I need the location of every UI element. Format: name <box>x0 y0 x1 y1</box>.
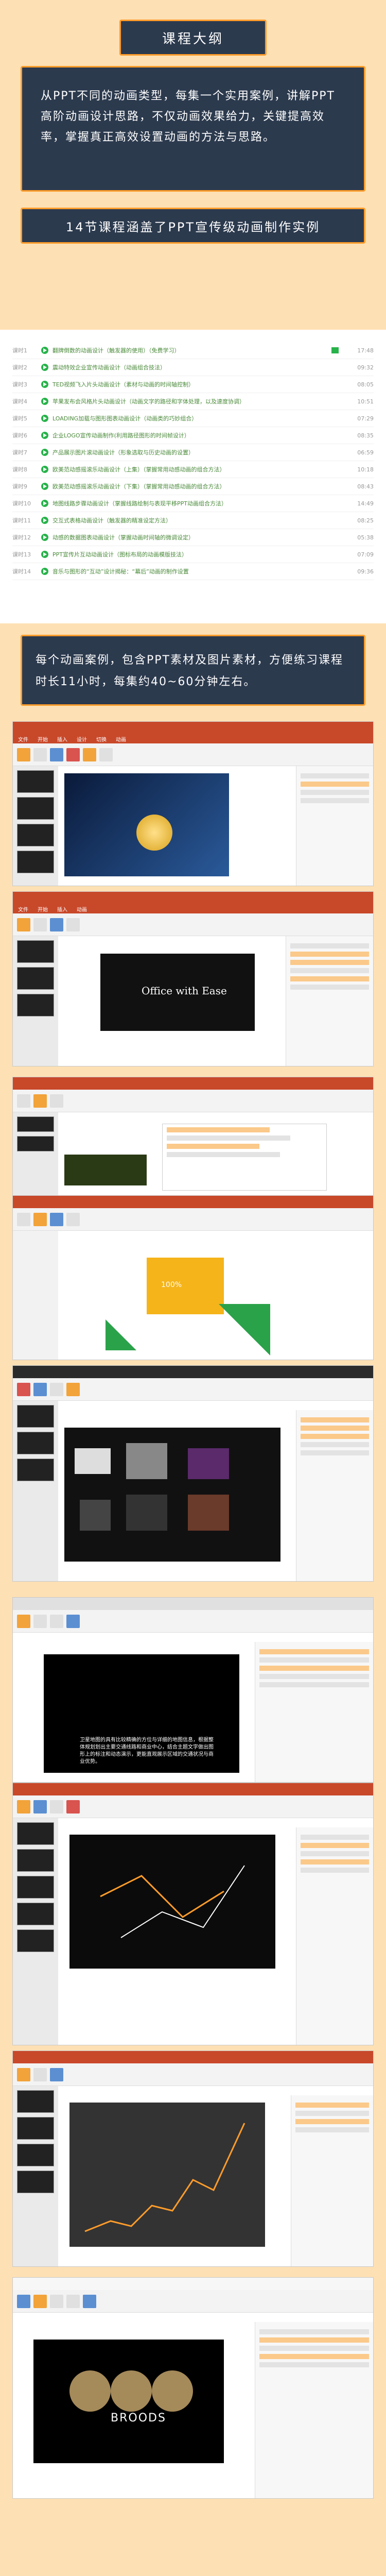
play-icon[interactable] <box>41 517 48 524</box>
free-badge-icon <box>331 347 339 353</box>
brand-text: BROODS <box>111 2412 166 2425</box>
screenshot-6: 卫星地图的具有比较精确的方位与详细的地图信息，根据整体规划划出主要交通线路和商业… <box>12 1597 374 1783</box>
screenshot-8 <box>12 2050 374 2267</box>
play-icon[interactable] <box>41 483 48 490</box>
course-duration: 17:48 <box>357 347 374 354</box>
course-duration: 08:35 <box>357 432 374 439</box>
course-duration: 14:49 <box>357 500 374 507</box>
course-row[interactable]: 课时13 PPT宣传片互动动画设计（图标布局的动画模版技法） 07:09 <box>12 546 374 563</box>
screenshot-5 <box>12 1365 374 1582</box>
course-number: 课时3 <box>12 381 27 388</box>
play-icon[interactable] <box>41 347 48 354</box>
course-number: 课时5 <box>12 415 27 422</box>
screenshot-1: 文件 开始 插入 设计 切换 动画 <box>12 721 374 886</box>
course-title[interactable]: TED视频飞入片头动画设计（素材与动画的时间轴控制） <box>52 380 343 388</box>
play-icon[interactable] <box>41 449 48 456</box>
course-duration: 08:05 <box>357 381 374 388</box>
course-duration: 09:36 <box>357 568 374 575</box>
course-number: 课时4 <box>12 398 27 405</box>
course-duration: 07:29 <box>357 415 374 422</box>
course-list: 课时1 翻牌倒数的动画设计（触发器的使用）（免费学习） 17:48 课时2 震动特效企业… <box>0 330 386 623</box>
play-icon[interactable] <box>41 415 48 422</box>
course-number: 课时9 <box>12 483 27 490</box>
course-duration: 08:43 <box>357 483 374 490</box>
play-icon[interactable] <box>41 432 48 439</box>
course-duration: 09:32 <box>357 364 374 371</box>
course-title[interactable]: PPT宣传片互动动画设计（图标布局的动画模版技法） <box>52 550 343 558</box>
course-note: 每个动画案例，包含PPT素材及图片素材，方便练习课程时长11小时，每集约40~6… <box>21 635 365 706</box>
subtitle-banner: 14节课程涵盖了PPT宣传级动画制作实例 <box>21 208 365 244</box>
course-row[interactable]: 课时10 地图线路步骤动画设计（掌握线路绘制与表现平移PPT动画组合方法） 14:4… <box>12 495 374 512</box>
course-title[interactable]: 企业LOGO宣传动画制作(利用路径图形的时间帧设计） <box>52 431 343 439</box>
course-number: 课时2 <box>12 364 27 371</box>
percent-label: 100% <box>161 1281 182 1289</box>
play-icon[interactable] <box>41 534 48 541</box>
course-title[interactable]: 动感的数据图表动画设计（掌握动画时间轴的微调设定） <box>52 533 343 541</box>
screenshot-9: BROODS <box>12 2277 374 2499</box>
course-row[interactable]: 课时1 翻牌倒数的动画设计（触发器的使用）（免费学习） 17:48 <box>12 342 374 359</box>
play-icon[interactable] <box>41 568 48 575</box>
course-row[interactable]: 课时7 产品展示图片滚动画设计（形象选取与历史动画的设置） 06:59 <box>12 444 374 461</box>
course-title[interactable]: 欧美范动感摇滚乐动画设计（下集）（掌握常用动感动画的组合方法） <box>52 482 343 490</box>
course-number: 课时6 <box>12 432 27 439</box>
course-number: 课时7 <box>12 449 27 456</box>
play-icon[interactable] <box>41 500 48 507</box>
play-icon[interactable] <box>41 381 48 388</box>
map-caption: 卫星地图的具有比较精确的方位与详细的地图信息，根据整体规划划出主要交通线路和商业… <box>80 1737 214 1765</box>
course-duration: 10:18 <box>357 466 374 473</box>
course-number: 课时10 <box>12 500 31 507</box>
course-duration: 06:59 <box>357 449 374 456</box>
screenshot-7 <box>12 1783 374 2045</box>
course-row[interactable]: 课时12 动感的数据图表动画设计（掌握动画时间轴的微调设定） 05:38 <box>12 529 374 546</box>
course-title[interactable]: 苹果发布会风格片头动画设计（动画文字的路径和字体处理，以及速度协调） <box>52 397 343 405</box>
course-title[interactable]: 音乐与图形的“互动”设计揭秘：“幕后”动画的制作设置 <box>52 567 343 575</box>
course-row[interactable]: 课时11 交互式表格动画设计（触发器的精准设定方法） 08:25 <box>12 512 374 529</box>
play-icon[interactable] <box>41 398 48 405</box>
course-title[interactable]: 欧美范动感摇滚乐动画设计（上集）（掌握常用动感动画的组合方法） <box>52 465 343 473</box>
course-number: 课时1 <box>12 347 27 354</box>
course-row[interactable]: 课时14 音乐与图形的“互动”设计揭秘：“幕后”动画的制作设置 09:36 <box>12 563 374 580</box>
play-icon[interactable] <box>41 364 48 371</box>
course-number: 课时13 <box>12 551 31 558</box>
course-title[interactable]: 震动特效企业宣传动画设计（动画组合技法） <box>52 363 343 371</box>
course-row[interactable]: 课时3 TED视频飞入片头动画设计（素材与动画的时间轴控制） 08:05 <box>12 376 374 393</box>
course-number: 课时8 <box>12 466 27 473</box>
course-title[interactable]: LOADING加载与图形图表动画设计（动画类的巧妙组合） <box>52 414 343 422</box>
course-row[interactable]: 课时2 震动特效企业宣传动画设计（动画组合技法） 09:32 <box>12 359 374 376</box>
course-row[interactable]: 课时8 欧美范动感摇滚乐动画设计（上集）（掌握常用动感动画的组合方法） 10:18 <box>12 461 374 478</box>
play-icon[interactable] <box>41 551 48 558</box>
course-row[interactable]: 课时6 企业LOGO宣传动画制作(利用路径图形的时间帧设计） 08:35 <box>12 427 374 444</box>
course-duration: 08:25 <box>357 517 374 524</box>
course-duration: 05:38 <box>357 534 374 541</box>
course-number: 课时14 <box>12 568 31 575</box>
course-title[interactable]: 地图线路步骤动画设计（掌握线路绘制与表现平移PPT动画组合方法） <box>52 499 343 507</box>
screenshot-3 <box>12 1077 374 1200</box>
course-title[interactable]: 交互式表格动画设计（触发器的精准设定方法） <box>52 516 343 524</box>
course-row[interactable]: 课时5 LOADING加载与图形图表动画设计（动画类的巧妙组合） 07:29 <box>12 410 374 427</box>
course-duration: 07:09 <box>357 551 374 558</box>
course-title[interactable]: 翻牌倒数的动画设计（触发器的使用）（免费学习） <box>52 346 331 354</box>
course-number: 课时12 <box>12 534 31 541</box>
page-title: 课程大纲 <box>119 20 267 56</box>
intro-text: 从PPT不同的动画类型，每集一个实用案例，讲解PPT高阶动画设计思路，不仅动画效… <box>21 66 365 192</box>
course-row[interactable]: 课时4 苹果发布会风格片头动画设计（动画文字的路径和字体处理，以及速度协调） 10:… <box>12 393 374 410</box>
course-row[interactable]: 课时9 欧美范动感摇滚乐动画设计（下集）（掌握常用动感动画的组合方法） 08:43 <box>12 478 374 495</box>
screenshot-2: 文件 开始 插入 动画 Office with Ease <box>12 891 374 1066</box>
play-icon[interactable] <box>41 466 48 473</box>
course-duration: 10:51 <box>357 398 374 405</box>
course-number: 课时11 <box>12 517 31 524</box>
logo-text: Office with Ease <box>142 985 227 997</box>
map-routes <box>100 1865 245 1938</box>
screenshot-4: 100% <box>12 1195 374 1360</box>
line-chart <box>84 2123 245 2232</box>
course-title[interactable]: 产品展示图片滚动画设计（形象选取与历史动画的设置） <box>52 448 343 456</box>
